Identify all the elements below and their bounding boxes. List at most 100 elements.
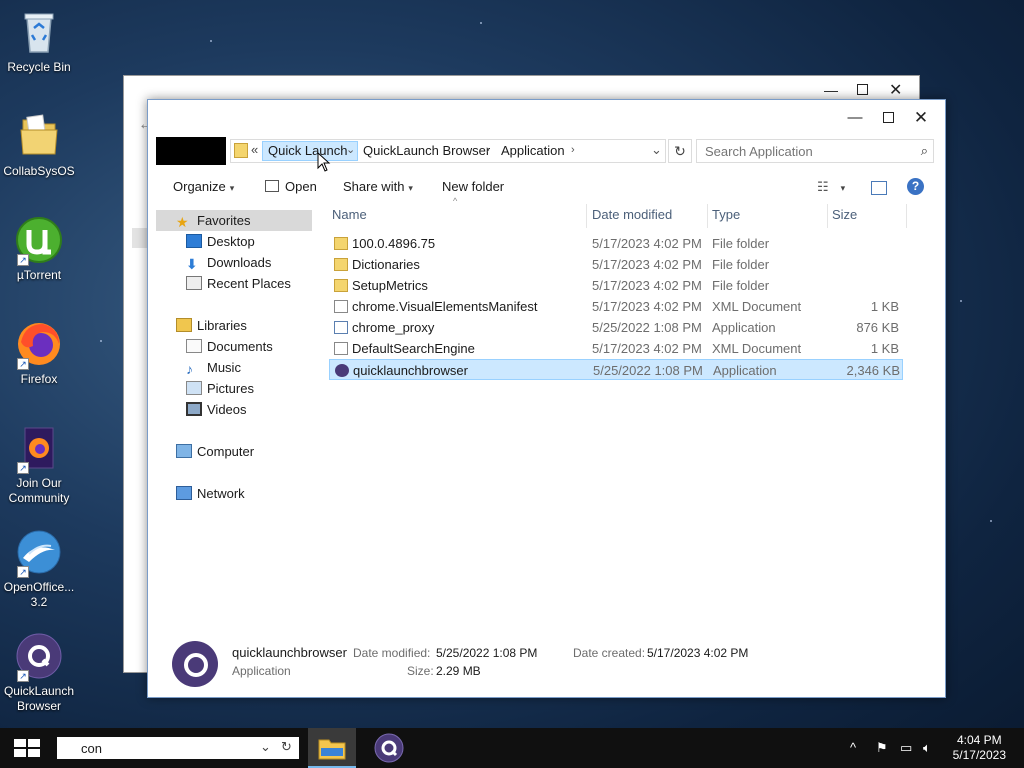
start-button[interactable]: [14, 739, 40, 757]
chevron-right-icon[interactable]: ›: [486, 144, 490, 156]
close-icon[interactable]: ✕: [889, 80, 902, 100]
nav-computer[interactable]: Computer: [156, 441, 254, 462]
breadcrumb-overflow[interactable]: «: [251, 142, 258, 157]
nav-libraries[interactable]: Libraries: [156, 315, 247, 336]
action-center-flag-icon[interactable]: ⚑: [876, 740, 888, 756]
search-icon[interactable]: ⌕: [921, 143, 928, 159]
nav-recent-places[interactable]: Recent Places: [156, 273, 291, 294]
nav-label: Recent Places: [207, 276, 291, 291]
star: [210, 40, 212, 42]
details-file-name: quicklaunchbrowser: [232, 645, 347, 660]
quicklaunch-icon: [172, 641, 218, 687]
taskbar-search-box[interactable]: ⌄ ↻: [57, 737, 299, 759]
desktop-icon-join-our-community[interactable]: ↗ Join Our Community: [0, 424, 78, 506]
clock-date: 5/17/2023: [952, 748, 1006, 762]
help-icon[interactable]: ?: [907, 178, 924, 195]
nav-network[interactable]: Network: [156, 483, 245, 504]
desktop-icon-quicklaunch-browser[interactable]: ↗ QuickLaunch Browser: [0, 632, 78, 714]
taskbar-file-explorer[interactable]: [308, 728, 356, 768]
desktop-icon-collabsysos[interactable]: CollabSysOS: [0, 112, 78, 179]
file-type: XML Document: [712, 299, 802, 314]
maximize-icon[interactable]: [857, 84, 868, 95]
desktop-icon-firefox[interactable]: ↗ Firefox: [0, 320, 78, 387]
refresh-button[interactable]: ↻: [668, 139, 692, 163]
chevron-down-icon[interactable]: ⌄: [346, 143, 355, 156]
taskbar-search-input[interactable]: [57, 737, 247, 759]
file-row[interactable]: Dictionaries 5/17/2023 4:02 PM File folder: [329, 254, 903, 275]
star-icon: ★: [176, 214, 189, 230]
desktop-icon-label: Recycle Bin: [7, 60, 71, 74]
nav-documents[interactable]: Documents: [156, 336, 273, 357]
chevron-down-icon: ▾: [229, 183, 235, 193]
details-view-icon: ☷: [817, 179, 829, 194]
chevron-right-icon[interactable]: ›: [571, 144, 575, 156]
desktop-icon-utorrent[interactable]: ↗ µTorrent: [0, 216, 78, 283]
breadcrumb-application[interactable]: Application: [501, 143, 565, 158]
column-header-type[interactable]: Type: [709, 202, 826, 228]
file-row[interactable]: quicklaunchbrowser 5/25/2022 1:08 PM Appli…: [329, 359, 903, 380]
file-row[interactable]: chrome.VisualElementsManifest 5/17/2023 4…: [329, 296, 903, 317]
network-icon[interactable]: ▭: [900, 740, 912, 756]
title-bar[interactable]: — ✕: [148, 100, 945, 136]
desktop-icon-openoffice[interactable]: ↗ OpenOffice... 3.2: [0, 528, 78, 610]
search-box[interactable]: ⌕: [696, 139, 934, 163]
minimize-icon[interactable]: —: [844, 108, 866, 128]
mouse-cursor-icon: [317, 152, 331, 172]
file-name: Dictionaries: [352, 257, 420, 272]
file-type: Application: [712, 320, 776, 335]
column-label: Date modified: [592, 207, 673, 222]
file-row[interactable]: DefaultSearchEngine 5/17/2023 4:02 PM XML …: [329, 338, 903, 359]
music-icon: ♪: [186, 361, 193, 377]
search-input[interactable]: [697, 140, 897, 162]
system-clock[interactable]: 4:04 PM 5/17/2023: [953, 733, 1006, 763]
address-row: « Quick Launch ⌄ QuickLaunch Browser › A…: [156, 136, 934, 165]
sort-ascending-icon: ^: [453, 196, 458, 206]
desktop-icon-recycle-bin[interactable]: Recycle Bin: [0, 8, 78, 75]
breadcrumb-quicklaunch-browser[interactable]: QuickLaunch Browser: [363, 143, 490, 158]
minimize-icon[interactable]: —: [824, 82, 838, 98]
chevron-down-icon[interactable]: ⌄: [651, 142, 662, 158]
address-bar[interactable]: « Quick Launch ⌄ QuickLaunch Browser › A…: [230, 139, 666, 163]
refresh-icon[interactable]: ↻: [281, 739, 292, 755]
show-hidden-icons-icon[interactable]: ^: [850, 740, 856, 755]
volume-muted-icon[interactable]: 🔈︎: [923, 740, 931, 756]
organize-button[interactable]: Organize ▾: [173, 179, 234, 194]
column-label: Type: [712, 207, 741, 222]
column-divider[interactable]: [906, 204, 907, 228]
maximize-icon[interactable]: [877, 108, 899, 128]
file-type: XML Document: [712, 341, 802, 356]
chevron-down-icon: ▾: [408, 183, 413, 193]
explorer-window[interactable]: — ✕ « Quick Launch ⌄ QuickLaunch Browser…: [147, 99, 946, 698]
new-folder-button[interactable]: New folder: [442, 179, 504, 194]
preview-pane-icon[interactable]: [871, 181, 887, 195]
open-button[interactable]: Open: [265, 179, 317, 194]
nav-pictures[interactable]: Pictures: [156, 378, 254, 399]
nav-downloads[interactable]: ⬇ Downloads: [156, 252, 271, 273]
file-date-modified: 5/25/2022 1:08 PM: [592, 320, 702, 335]
column-header-name[interactable]: Name: [329, 202, 586, 228]
share-with-button[interactable]: Share with ▾: [343, 179, 413, 194]
column-header-date[interactable]: Date modified: [589, 202, 706, 228]
file-name: SetupMetrics: [352, 278, 428, 293]
breadcrumb-quick-launch[interactable]: Quick Launch: [268, 143, 348, 158]
column-divider[interactable]: [827, 204, 828, 228]
shortcut-arrow-icon: ↗: [17, 358, 29, 370]
file-row[interactable]: chrome_proxy 5/25/2022 1:08 PM Application…: [329, 317, 903, 338]
redacted-block: [156, 137, 226, 165]
file-row[interactable]: SetupMetrics 5/17/2023 4:02 PM File folder: [329, 275, 903, 296]
nav-videos[interactable]: Videos: [156, 399, 247, 420]
taskbar-quicklaunch-browser[interactable]: [366, 728, 414, 768]
column-divider[interactable]: [707, 204, 708, 228]
column-divider[interactable]: [586, 204, 587, 228]
nav-music[interactable]: ♪ Music: [156, 357, 241, 378]
nav-desktop[interactable]: Desktop: [156, 231, 255, 252]
column-header-size[interactable]: Size: [829, 202, 905, 228]
nav-favorites[interactable]: ★ Favorites: [156, 210, 312, 231]
chevron-down-icon[interactable]: ⌄: [260, 739, 271, 755]
close-icon[interactable]: ✕: [910, 108, 932, 128]
file-name: quicklaunchbrowser: [353, 363, 468, 378]
view-options-button[interactable]: ☷ ▾: [817, 179, 845, 195]
taskbar: ⌄ ↻ ^ ⚑ ▭ 🔈︎ 4:04 PM 5/17/2023: [0, 728, 1024, 768]
file-row[interactable]: 100.0.4896.75 5/17/2023 4:02 PM File folde…: [329, 233, 903, 254]
file-type: File folder: [712, 236, 770, 251]
